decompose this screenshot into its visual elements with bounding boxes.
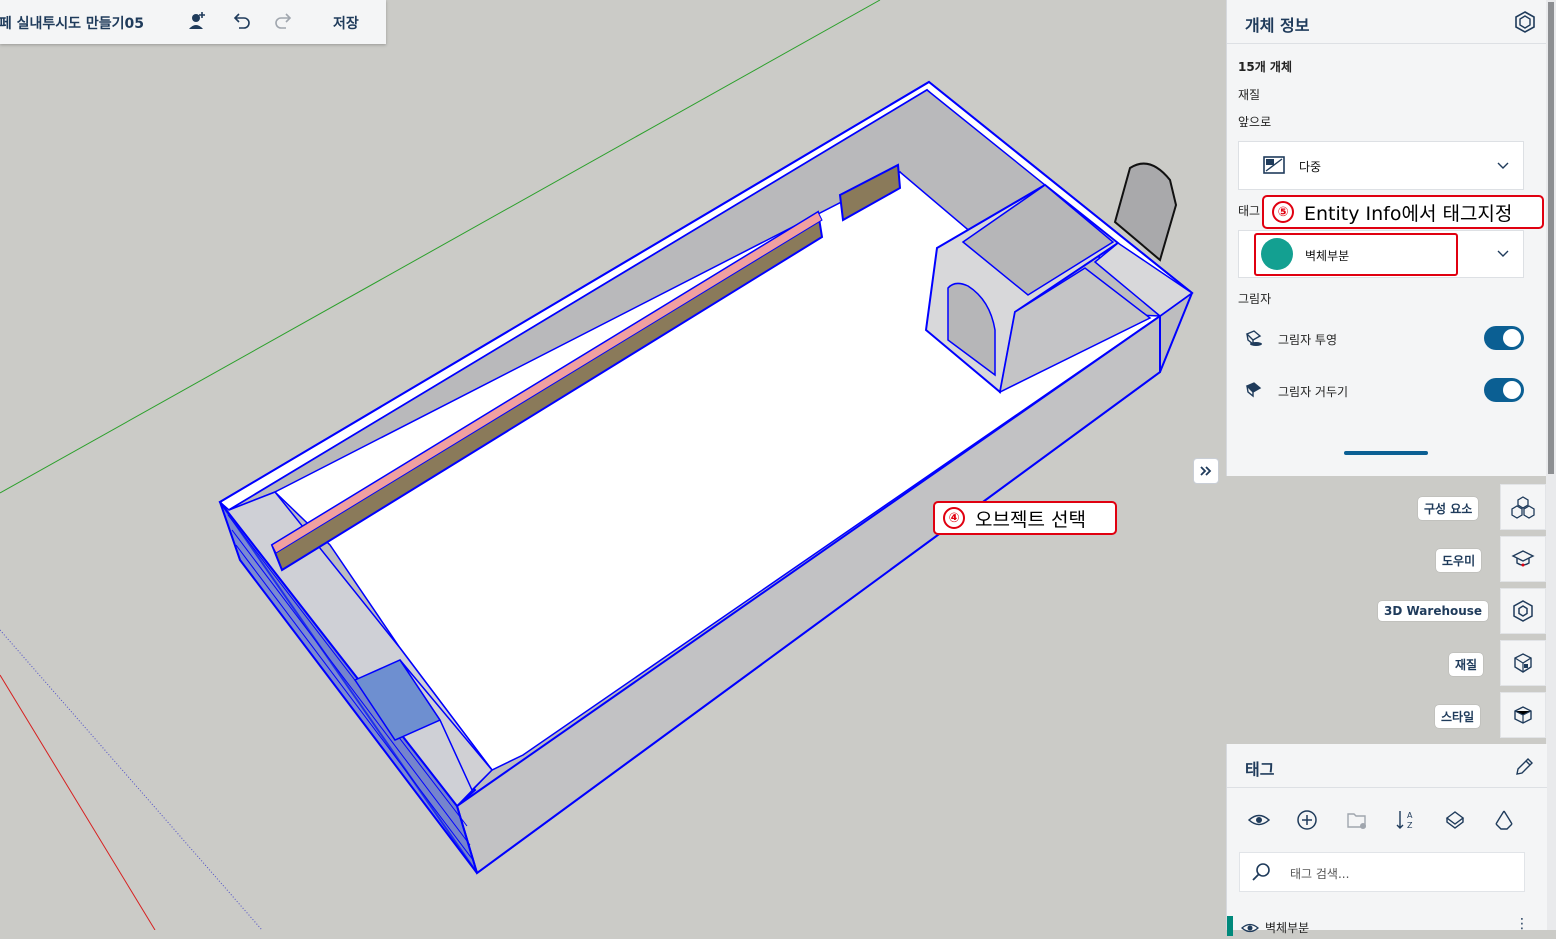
receive-shadow-label: 그림자 거두기 — [1278, 385, 1349, 399]
material-select[interactable]: 다중 — [1238, 141, 1524, 190]
chevron-down-icon — [1497, 250, 1509, 257]
tray-label-materials: 재질 — [1449, 653, 1484, 676]
tray-label-styles: 스타일 — [1435, 705, 1481, 728]
modeling-viewport[interactable] — [0, 0, 1225, 931]
styles-icon — [1514, 706, 1532, 724]
callout-number: ④ — [943, 507, 965, 529]
styles-button[interactable] — [1500, 692, 1546, 738]
double-chevron-right-icon — [1200, 466, 1212, 476]
entity-info-panel: 개체 정보 15개 개체 재질 앞으로 다중 태그 ⑤ Entity Info에… — [1226, 0, 1547, 476]
material-label: 재질 — [1238, 88, 1261, 102]
callout-select-object: ④ 오브젝트 선택 — [933, 501, 1117, 535]
tray-label-instructor: 도우미 — [1436, 549, 1482, 572]
svg-text:Z: Z — [1407, 821, 1413, 830]
panel-title: 태그 — [1245, 760, 1275, 779]
cast-shadow-label: 그림자 투영 — [1278, 333, 1338, 347]
tag-list-item[interactable]: 벽체부분 ⋮ — [1227, 916, 1547, 936]
callout-assign-tag: ⑤ Entity Info에서 태그지정 — [1262, 195, 1544, 229]
red-axis — [0, 674, 156, 931]
eye-icon[interactable] — [1247, 808, 1271, 832]
callout-text: Entity Info에서 태그지정 — [1304, 202, 1513, 225]
expand-panels-button[interactable] — [1193, 458, 1219, 484]
undo-icon[interactable] — [230, 10, 252, 32]
material-value: 다중 — [1299, 160, 1322, 174]
purge-icon[interactable] — [1492, 808, 1516, 832]
tag-label: 태그 — [1238, 204, 1261, 218]
callout-number: ⑤ — [1272, 201, 1294, 223]
model-title: 카페 실내투시도 만들기05 — [0, 16, 145, 32]
pencil-icon[interactable] — [1513, 756, 1535, 782]
instructor-button[interactable] — [1500, 536, 1546, 582]
panel-scrollbar[interactable] — [1546, 0, 1556, 930]
entity-info-icon[interactable] — [1513, 10, 1537, 34]
sort-az-icon[interactable]: AZ — [1394, 808, 1418, 832]
add-tag-icon[interactable] — [1295, 808, 1319, 832]
receive-shadow-toggle[interactable] — [1484, 378, 1524, 402]
warehouse-icon — [1513, 600, 1533, 622]
save-button[interactable]: 저장 — [333, 13, 359, 33]
tag-name: 벽체부분 — [1265, 921, 1310, 935]
add-user-icon[interactable] — [186, 10, 208, 32]
chevron-down-icon — [1497, 162, 1509, 169]
tag-highlight-box — [1254, 233, 1458, 276]
warehouse-button[interactable] — [1500, 588, 1546, 634]
shadow-label: 그림자 — [1238, 292, 1272, 306]
svg-text:A: A — [1407, 811, 1413, 820]
tag-search-input[interactable]: 태그 검색... — [1239, 852, 1525, 892]
cast-shadow-toggle[interactable] — [1484, 326, 1524, 350]
blue-axis — [0, 629, 263, 931]
search-placeholder: 태그 검색... — [1290, 867, 1350, 881]
tag-paint-icon[interactable] — [1443, 808, 1467, 832]
cast-shadow-icon — [1244, 328, 1264, 352]
material-multiple-icon — [1263, 155, 1285, 179]
tray-label-components: 구성 요소 — [1418, 497, 1479, 520]
front-label: 앞으로 — [1238, 115, 1272, 129]
materials-icon — [1514, 653, 1532, 673]
callout-text: 오브젝트 선택 — [975, 508, 1086, 531]
redo-icon[interactable] — [273, 10, 295, 32]
top-toolbar: 카페 실내투시도 만들기05 저장 — [0, 0, 386, 44]
model-canvas[interactable] — [0, 0, 1225, 931]
tags-panel: 태그 AZ 태그 검색... 벽체부분 ⋮ — [1226, 744, 1547, 936]
receive-shadow-icon — [1244, 380, 1264, 404]
components-icon — [1511, 496, 1535, 519]
materials-button[interactable] — [1500, 640, 1546, 686]
panel-resize-handle[interactable] — [1344, 451, 1428, 455]
add-folder-icon[interactable] — [1345, 808, 1369, 832]
entity-count: 15개 개체 — [1238, 60, 1292, 74]
components-button[interactable] — [1500, 484, 1546, 530]
panel-title: 개체 정보 — [1245, 16, 1310, 35]
tray-label-warehouse: 3D Warehouse — [1378, 601, 1489, 621]
instructor-icon — [1511, 550, 1535, 567]
search-icon — [1250, 861, 1272, 887]
